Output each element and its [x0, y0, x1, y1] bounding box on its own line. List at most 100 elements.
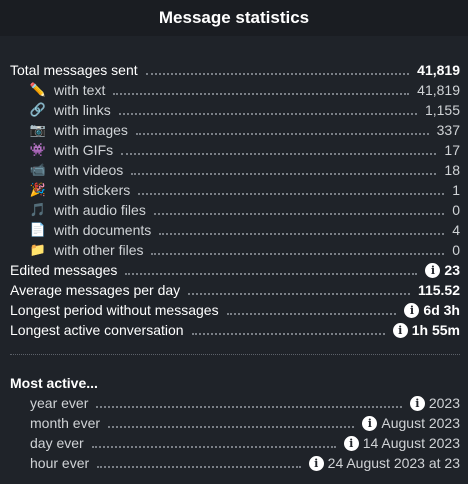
longest-gap-number: 6d 3h — [423, 302, 460, 318]
pencil-icon: ✏️ — [29, 82, 47, 97]
longest-conversation-row: Longest active conversation i 1h 55m — [10, 320, 460, 340]
dot-leader — [135, 132, 429, 135]
edited-messages-row: Edited messages i 23 — [10, 260, 460, 280]
most-active-value: i 14 August 2023 — [343, 435, 460, 451]
dot-leader — [113, 92, 410, 95]
breakdown-label: with videos — [54, 162, 124, 178]
dot-leader — [188, 292, 410, 295]
breakdown-label: with stickers — [54, 182, 131, 198]
info-icon[interactable]: i — [343, 435, 359, 451]
longest-conversation-value: i 1h 55m — [392, 322, 460, 338]
breakdown-value: 18 — [444, 162, 460, 178]
alien-monster-icon: 👾 — [29, 142, 47, 157]
page-title: Message statistics — [158, 8, 310, 27]
longest-gap-row: Longest period without messages i 6d 3h — [10, 300, 460, 320]
most-active-label: hour ever — [30, 455, 90, 471]
most-active-title: Most active... — [10, 375, 98, 391]
breakdown-label: with images — [54, 122, 128, 138]
most-active-row: year ever i 2023 — [10, 393, 460, 413]
most-active-label: day ever — [30, 435, 84, 451]
most-active-value-text: 24 August 2023 at 23 — [327, 455, 460, 471]
folder-icon: 📁 — [29, 242, 47, 257]
breakdown-value: 0 — [452, 242, 460, 258]
most-active-row: day ever i 14 August 2023 — [10, 433, 460, 453]
breakdown-value: 337 — [436, 122, 460, 138]
average-per-day-label: Average messages per day — [10, 282, 181, 298]
edited-messages-label: Edited messages — [10, 262, 118, 278]
breakdown-label-wrap: ✏️ with text — [30, 82, 105, 98]
info-icon[interactable]: i — [308, 455, 324, 471]
breakdown-label-wrap: 📹 with videos — [30, 162, 123, 178]
breakdown-label-wrap: 🎵 with audio files — [30, 202, 146, 218]
breakdown-label: with GIFs — [54, 142, 114, 158]
dot-leader — [121, 152, 437, 155]
dot-leader — [97, 465, 301, 468]
video-camera-icon: 📹 — [29, 162, 47, 177]
breakdown-list: ✏️ with text 41,819 🔗 with links 1,155 📷 with i… — [10, 80, 460, 260]
most-active-label: month ever — [30, 415, 101, 431]
longest-gap-label: Longest period without messages — [10, 302, 219, 318]
stats-header: Message statistics — [0, 0, 468, 36]
breakdown-value: 1 — [452, 182, 460, 198]
breakdown-row: 👾 with GIFs 17 — [10, 140, 460, 160]
dot-leader — [96, 405, 402, 408]
breakdown-value: 1,155 — [424, 102, 460, 118]
total-messages-label: Total messages sent — [10, 62, 138, 78]
party-popper-icon: 🎉 — [29, 182, 47, 197]
average-per-day-value: 115.52 — [417, 282, 460, 298]
edited-messages-value: i 23 — [425, 262, 460, 278]
dot-leader — [108, 425, 355, 428]
most-active-value-text: 14 August 2023 — [362, 435, 460, 451]
breakdown-value: 41,819 — [417, 82, 460, 98]
average-per-day-row: Average messages per day 115.52 — [10, 280, 460, 300]
dot-leader — [125, 272, 418, 275]
breakdown-value: 17 — [444, 142, 460, 158]
most-active-label: year ever — [30, 395, 89, 411]
breakdown-label-wrap: 📁 with other files — [29, 242, 144, 258]
breakdown-label-wrap: 📄 with documents — [30, 222, 151, 238]
message-stats: Total messages sent 41,819 ✏️ with text 41… — [0, 60, 468, 340]
total-messages-row: Total messages sent 41,819 — [10, 60, 460, 80]
dot-leader — [145, 72, 410, 75]
breakdown-label: with text — [54, 82, 106, 98]
breakdown-row: 📁 with other files 0 — [10, 240, 460, 260]
camera-icon: 📷 — [29, 122, 47, 137]
breakdown-row: 📹 with videos 18 — [10, 160, 460, 180]
info-icon[interactable]: i — [425, 262, 441, 278]
breakdown-row: 🔗 with links 1,155 — [10, 100, 460, 120]
dot-leader — [153, 212, 445, 215]
most-active-list: year ever i 2023 month ever i August 2023 day … — [0, 393, 468, 473]
breakdown-label-wrap: 🔗 with links — [30, 102, 111, 118]
breakdown-label-wrap: 🎉 with stickers — [30, 182, 130, 198]
dot-leader — [91, 445, 336, 448]
info-icon[interactable]: i — [409, 395, 425, 411]
link-icon: 🔗 — [29, 102, 47, 117]
total-messages-value: 41,819 — [417, 62, 460, 78]
info-icon[interactable]: i — [392, 322, 408, 338]
breakdown-row: 📷 with images 337 — [10, 120, 460, 140]
breakdown-label-wrap: 👾 with GIFs — [30, 142, 113, 158]
most-active-value-text: 2023 — [428, 395, 460, 411]
dot-leader — [151, 252, 445, 255]
section-divider — [10, 354, 460, 355]
most-active-value-text: August 2023 — [381, 415, 460, 431]
breakdown-row: 📄 with documents 4 — [10, 220, 460, 240]
breakdown-row: 🎉 with stickers 1 — [10, 180, 460, 200]
most-active-value: i August 2023 — [362, 415, 460, 431]
music-note-icon: 🎵 — [29, 202, 47, 217]
most-active-value: i 24 August 2023 at 23 — [308, 455, 460, 471]
dot-leader — [226, 312, 397, 315]
breakdown-row: ✏️ with text 41,819 — [10, 80, 460, 100]
most-active-row: hour ever i 24 August 2023 at 23 — [10, 453, 460, 473]
breakdown-label: with other files — [54, 242, 144, 258]
dot-leader — [131, 172, 437, 175]
longest-conversation-number: 1h 55m — [411, 322, 460, 338]
breakdown-label: with links — [54, 102, 111, 118]
most-active-row: month ever i August 2023 — [10, 413, 460, 433]
breakdown-value: 4 — [452, 222, 460, 238]
info-icon[interactable]: i — [362, 415, 378, 431]
breakdown-label-wrap: 📷 with images — [30, 122, 128, 138]
info-icon[interactable]: i — [404, 302, 420, 318]
breakdown-label: with documents — [54, 222, 152, 238]
breakdown-label: with audio files — [54, 202, 146, 218]
